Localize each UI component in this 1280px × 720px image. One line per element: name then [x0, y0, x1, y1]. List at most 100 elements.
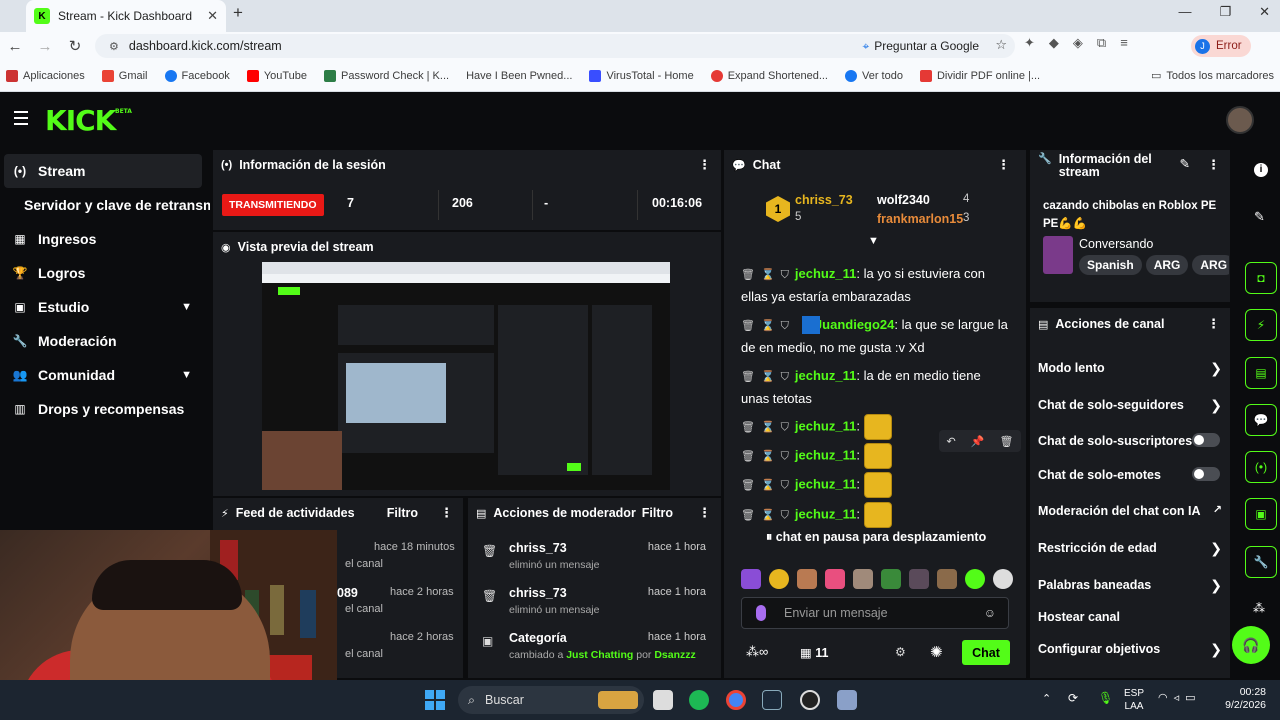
reply-icon[interactable]: ↶	[947, 435, 956, 448]
windows-start-icon[interactable]	[425, 690, 445, 710]
emoji-icon[interactable]: ☺	[984, 606, 996, 620]
profile-error-button[interactable]: J Error	[1191, 35, 1251, 57]
new-tab-icon[interactable]: +	[233, 3, 243, 23]
mod-tools-icon[interactable]: 🗑⌛⛉	[741, 421, 795, 433]
clock[interactable]: 00:28 9/2/2026	[1225, 686, 1266, 712]
camera-tool-icon[interactable]: ◘	[1245, 262, 1277, 294]
taskbar-search[interactable]: ⌕ Buscar	[458, 686, 644, 714]
emote-icon[interactable]	[741, 569, 761, 589]
emote-icon[interactable]	[853, 569, 873, 589]
more-options-icon[interactable]: ⋮	[698, 505, 711, 521]
edit-pencil-icon[interactable]: ✎	[1180, 158, 1190, 171]
bookmark-virustotal[interactable]: VirusTotal - Home	[589, 69, 694, 82]
emote-icon[interactable]	[909, 569, 929, 589]
bookmark-facebook[interactable]: Facebook	[164, 69, 230, 82]
emote-icon[interactable]	[937, 569, 957, 589]
tray-chevron-icon[interactable]: ⌃	[1042, 692, 1051, 705]
microphone-icon[interactable]	[756, 605, 766, 621]
extension-icon[interactable]: ✦	[1024, 35, 1035, 51]
kick-logo[interactable]: KICK BETA	[45, 104, 132, 137]
infinity-icon[interactable]: ⁂∞	[746, 644, 768, 660]
action-banned-words[interactable]: Palabras baneadas ❯	[1038, 577, 1226, 593]
bookmark-expand[interactable]: Expand Shortened...	[710, 69, 828, 82]
action-followers-only[interactable]: Chat de solo-seguidores ❯	[1038, 397, 1226, 413]
mod-tools-icon[interactable]: 🗑⌛⛉	[741, 269, 795, 281]
chat-input[interactable]: Enviar un mensaje ☺	[741, 597, 1009, 629]
media-icon[interactable]: ≡	[1120, 35, 1128, 51]
bookmark-apps[interactable]: Aplicaciones	[6, 69, 85, 82]
more-options-icon[interactable]: ⋮	[1207, 158, 1220, 171]
tag-pill[interactable]: ARG	[1192, 255, 1229, 275]
feed-filter-button[interactable]: Filtro	[387, 506, 418, 520]
stream-preview-video[interactable]	[262, 262, 670, 490]
extension-icon[interactable]: ◈	[1073, 35, 1083, 51]
bookmark-ver-todo[interactable]: Ver todo	[844, 69, 903, 82]
back-icon[interactable]: ←	[0, 38, 30, 55]
emote-icon[interactable]	[993, 569, 1013, 589]
category-name[interactable]: Conversando	[1079, 237, 1153, 251]
browser-tab[interactable]: K Stream - Kick Dashboard ✕	[26, 0, 226, 32]
bolt-tool-icon[interactable]: ⚡	[1245, 309, 1277, 341]
emote-icon[interactable]	[825, 569, 845, 589]
mod-filter-button[interactable]: Filtro	[642, 506, 673, 520]
action-configure-goals[interactable]: Configurar objetivos ❯	[1038, 641, 1226, 657]
action-host-channel[interactable]: Hostear canal	[1038, 610, 1226, 624]
points-display[interactable]: ▦ 11	[800, 645, 829, 660]
url-field[interactable]: ⚙ dashboard.kick.com/stream ⌖ Preguntar …	[95, 34, 1015, 58]
sidebar-item-stream[interactable]: (•) Stream	[4, 154, 202, 188]
ask-google-button[interactable]: ⌖ Preguntar a Google	[854, 36, 987, 56]
emote-icon[interactable]	[769, 569, 789, 589]
bookmark-pdf[interactable]: Dividir PDF online |...	[919, 69, 1040, 82]
site-info-icon[interactable]: ⚙	[109, 40, 119, 53]
action-ai-moderation[interactable]: Moderación del chat con IA ↗	[1038, 504, 1226, 518]
reload-icon[interactable]: ↻	[60, 37, 90, 55]
bookmark-password-check[interactable]: Password Check | K...	[324, 69, 449, 82]
layout-tool-icon[interactable]: ▣	[1245, 498, 1277, 530]
network-volume-battery-icons[interactable]: ◠◃▭	[1158, 691, 1202, 704]
action-slow-mode[interactable]: Modo lento ❯	[1038, 360, 1226, 376]
maximize-icon[interactable]: ❐	[1219, 4, 1231, 20]
app-icon[interactable]	[837, 690, 857, 710]
sidebar-item-ingresos[interactable]: ▦ Ingresos	[0, 222, 210, 256]
more-options-icon[interactable]: ⋮	[698, 157, 711, 173]
info-icon[interactable]: i	[1254, 163, 1268, 177]
top-chatter-name[interactable]: chriss_73	[795, 193, 853, 207]
tag-pill[interactable]: ARG	[1145, 255, 1189, 275]
obs-icon[interactable]	[800, 690, 820, 710]
sidebar-item-logros[interactable]: 🏆 Logros	[0, 256, 210, 290]
support-headset-icon[interactable]: 🎧	[1232, 626, 1270, 664]
emote-icon[interactable]	[797, 569, 817, 589]
top-chatter-name[interactable]: frankmarlon15	[877, 212, 963, 226]
expand-icon[interactable]: ▼	[868, 235, 879, 247]
more-options-icon[interactable]: ⋮	[440, 505, 453, 521]
sidebar-item-estudio[interactable]: ▣ Estudio ▼	[0, 290, 210, 324]
sync-icon[interactable]: ⟳	[1068, 691, 1078, 705]
menu-icon[interactable]	[14, 111, 28, 129]
sidebar-item-server-key[interactable]: Servidor y clave de retransmisión	[0, 188, 210, 222]
bookmark-gmail[interactable]: Gmail	[101, 69, 148, 82]
mod-tools-icon[interactable]: 🗑⌛⛉	[741, 450, 795, 462]
mod-tools-icon[interactable]: 🗑⌛⛉	[741, 479, 795, 491]
spotify-icon[interactable]	[689, 690, 709, 710]
language-indicator[interactable]: ESP LAA	[1124, 687, 1144, 713]
settings-gear-icon[interactable]: ⚙	[895, 645, 906, 659]
extension-icon[interactable]: ◆	[1049, 35, 1059, 51]
apps-icon[interactable]: ⁂	[1253, 601, 1265, 615]
microphone-icon[interactable]: 🎙	[1098, 691, 1113, 705]
document-tool-icon[interactable]: ▤	[1245, 357, 1277, 389]
wrench-tool-icon[interactable]: 🔧	[1245, 546, 1277, 578]
close-window-icon[interactable]: ✕	[1259, 4, 1270, 20]
top-chatter-name[interactable]: wolf2340	[877, 193, 930, 207]
delete-icon[interactable]: 🗑	[1000, 435, 1014, 448]
bookmark-youtube[interactable]: YouTube	[246, 69, 307, 82]
pin-icon[interactable]: 📌	[971, 435, 985, 448]
sidebar-item-comunidad[interactable]: 👥 Comunidad ▼	[0, 358, 210, 392]
broadcast-tool-icon[interactable]: (•)	[1245, 451, 1277, 483]
edit-pencil-icon[interactable]: ✎	[1254, 209, 1265, 225]
bookmark-hibp[interactable]: Have I Been Pwned...	[466, 70, 572, 82]
emote-icon[interactable]	[881, 569, 901, 589]
puzzle-icon[interactable]: ⧉	[1097, 35, 1106, 51]
mod-tools-icon[interactable]: 🗑⌛⛉	[741, 509, 795, 521]
chat-paused-banner[interactable]: ⏸ chat en pausa para desplazamiento	[766, 530, 986, 545]
more-options-icon[interactable]: ⋮	[997, 157, 1010, 173]
